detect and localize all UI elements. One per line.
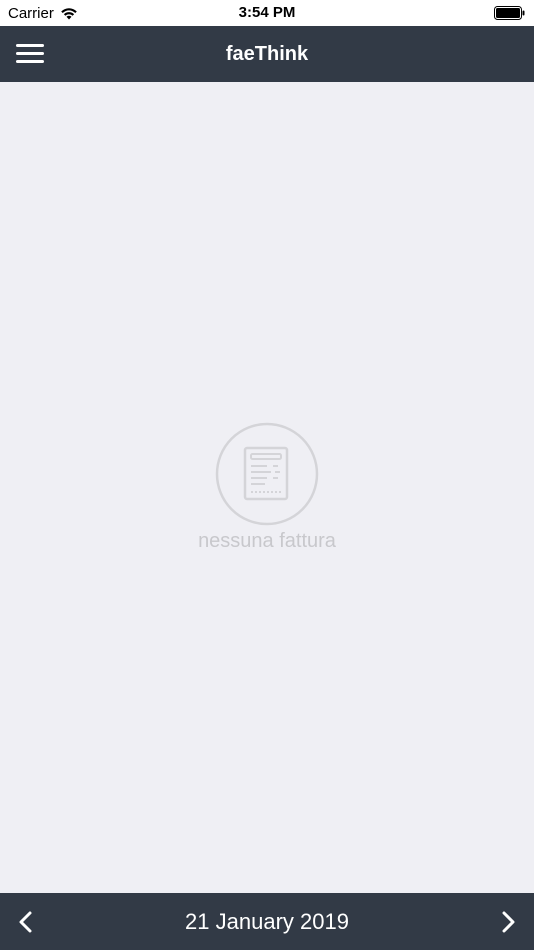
date-navigation-bar: 21 January 2019 [0, 893, 534, 950]
battery-icon [494, 6, 526, 24]
empty-state: nessuna fattura [0, 422, 534, 553]
empty-message: nessuna fattura [198, 530, 336, 552]
status-bar: Carrier 3:54 PM [0, 0, 534, 26]
app-title: faeThink [225, 43, 309, 65]
nav-bar: faeThink [0, 26, 534, 82]
main-content: nessuna fattura [0, 82, 534, 893]
invoice-document-icon [215, 422, 319, 526]
chevron-right-icon[interactable] [496, 910, 520, 934]
current-date: 21 January 2019 [185, 909, 349, 934]
status-time: 3:54 PM [238, 4, 296, 21]
